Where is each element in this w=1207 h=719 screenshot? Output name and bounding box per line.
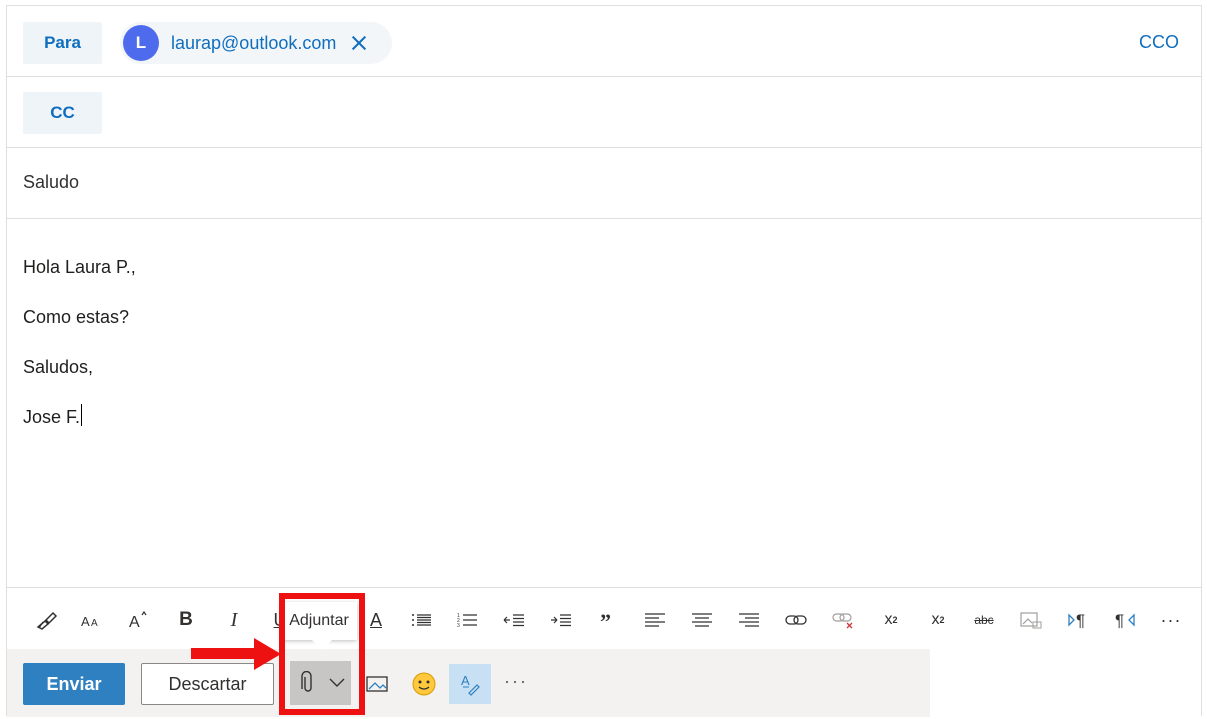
subject-row[interactable]: Saludo bbox=[7, 148, 1201, 219]
signature-button[interactable]: A bbox=[449, 664, 491, 704]
ltr-icon[interactable]: ¶ bbox=[1064, 607, 1092, 633]
body-line: Saludos, bbox=[23, 357, 94, 377]
superscript-exponent: 2 bbox=[892, 615, 898, 625]
align-center-icon[interactable] bbox=[688, 607, 716, 633]
formatting-toolbar: AA A B I U A 123 ” x 2 x 2 abc ¶ ¶ ··· bbox=[7, 587, 1201, 649]
align-left-icon[interactable] bbox=[641, 607, 669, 633]
to-button[interactable]: Para bbox=[23, 22, 102, 64]
subscript-base: x bbox=[931, 611, 940, 628]
emoji-icon[interactable] bbox=[409, 669, 439, 699]
superscript-base: x bbox=[884, 611, 893, 628]
cc-button[interactable]: CC bbox=[23, 92, 102, 134]
body-line-last: Jose F. bbox=[23, 392, 136, 442]
highlight-box bbox=[279, 593, 365, 715]
increase-indent-icon[interactable] bbox=[547, 607, 575, 633]
body-line: Hola Laura P., bbox=[23, 257, 136, 277]
pointer-arrow-shaft bbox=[191, 648, 257, 659]
signature-icon: A bbox=[459, 672, 481, 696]
to-row: Para L laurap@outlook.com CCO bbox=[7, 6, 1201, 77]
more-options-icon[interactable]: ··· bbox=[1157, 607, 1185, 633]
format-painter-icon[interactable] bbox=[33, 607, 61, 633]
svg-text:¶: ¶ bbox=[1076, 611, 1085, 629]
subscript-exponent: 2 bbox=[939, 615, 945, 625]
align-right-icon[interactable] bbox=[735, 607, 763, 633]
quote-icon[interactable]: ” bbox=[593, 607, 621, 633]
rtl-icon[interactable]: ¶ bbox=[1111, 607, 1139, 633]
insert-link-icon[interactable] bbox=[782, 607, 810, 633]
body-line: Como estas? bbox=[23, 307, 130, 327]
pointer-arrow-head bbox=[254, 638, 281, 670]
remove-recipient-icon[interactable] bbox=[350, 34, 368, 52]
message-body[interactable]: Hola Laura P., Como estas? Saludos, Jose… bbox=[23, 242, 136, 442]
cc-row: CC bbox=[7, 77, 1201, 148]
body-line: Jose F. bbox=[23, 407, 81, 427]
subscript-icon[interactable]: x2 bbox=[924, 607, 952, 633]
text-caret bbox=[81, 404, 83, 426]
send-button[interactable]: Enviar bbox=[23, 663, 125, 705]
grow-font-icon[interactable]: A bbox=[125, 607, 153, 633]
insert-picture-icon[interactable] bbox=[362, 669, 392, 699]
bcc-button[interactable]: CCO bbox=[1139, 32, 1179, 53]
numbering-icon[interactable]: 123 bbox=[454, 607, 482, 633]
compose-pane: Para L laurap@outlook.com CCO CC Saludo … bbox=[6, 5, 1202, 717]
action-bar: Enviar Descartar A ··· bbox=[7, 649, 930, 717]
remove-link-icon[interactable] bbox=[829, 607, 857, 633]
svg-text:¶: ¶ bbox=[1115, 611, 1124, 629]
bold-icon[interactable]: B bbox=[172, 607, 200, 633]
superscript-icon[interactable]: x2 bbox=[877, 607, 905, 633]
decrease-indent-icon[interactable] bbox=[500, 607, 528, 633]
insert-picture-disabled-icon bbox=[1017, 607, 1045, 633]
svg-text:A: A bbox=[461, 673, 470, 688]
svg-text:”: ” bbox=[600, 613, 611, 627]
svg-text:A: A bbox=[129, 614, 140, 631]
italic-icon[interactable]: I bbox=[220, 607, 248, 633]
recipient-email: laurap@outlook.com bbox=[171, 32, 337, 53]
font-size-icon[interactable]: AA bbox=[78, 607, 106, 633]
subject-input[interactable]: Saludo bbox=[23, 172, 79, 193]
avatar: L bbox=[123, 25, 159, 61]
font-color-icon[interactable]: A bbox=[362, 607, 390, 633]
svg-text:A: A bbox=[91, 618, 98, 629]
recipient-chip[interactable]: L laurap@outlook.com bbox=[120, 22, 392, 64]
more-actions-icon[interactable]: ··· bbox=[504, 671, 528, 692]
bullets-icon[interactable] bbox=[408, 607, 436, 633]
svg-text:3: 3 bbox=[457, 623, 460, 628]
svg-text:A: A bbox=[81, 614, 90, 629]
strikethrough-icon[interactable]: abc bbox=[970, 607, 998, 633]
